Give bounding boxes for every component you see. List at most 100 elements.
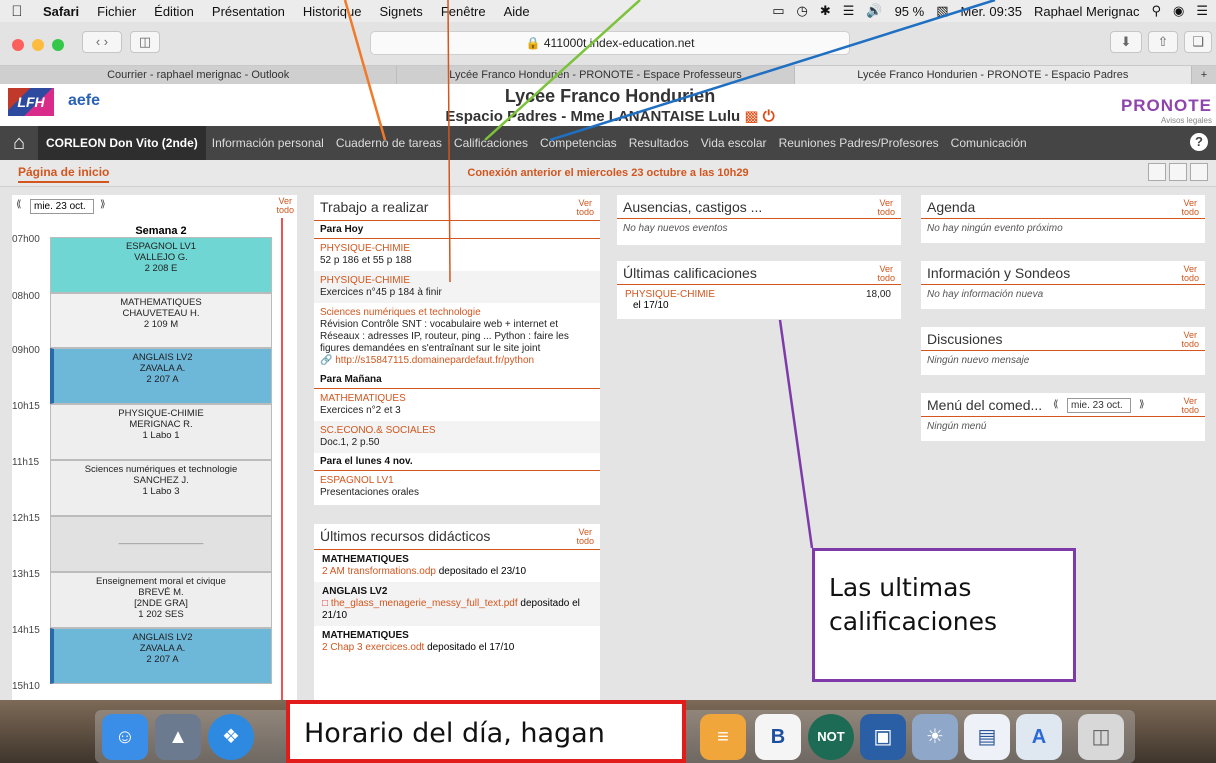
legal-notices-link[interactable]: Avisos legales <box>1161 116 1212 125</box>
homework-item[interactable]: ESPAGNOL LV1 Presentaciones orales <box>314 471 600 503</box>
timetable-date-input[interactable]: mie. 23 oct. <box>30 199 94 214</box>
menu-safari[interactable]: Safari <box>34 4 88 19</box>
course-block[interactable]: Sciences numériques et technologie SANCHE… <box>50 460 272 516</box>
print-icon[interactable] <box>1169 163 1187 181</box>
user-name[interactable]: Raphael Merignac <box>1034 4 1140 19</box>
nav-competencias[interactable]: Competencias <box>534 136 623 150</box>
spotlight-icon[interactable]: ⚲ <box>1151 3 1161 19</box>
homework-link[interactable]: 🔗 http://s15847115.domainepardefaut.fr/p… <box>320 355 594 367</box>
notification-icon[interactable]: ☰ <box>1196 3 1208 19</box>
close-window-button[interactable] <box>12 39 24 51</box>
new-tab-button[interactable]: + <box>1192 66 1216 84</box>
menu-edition[interactable]: Édition <box>145 4 203 19</box>
minimize-window-button[interactable] <box>32 39 44 51</box>
nav-reuniones[interactable]: Reuniones Padres/Profesores <box>773 136 945 150</box>
course-block[interactable]: ANGLAIS LV2 ZAVALA A. 2 207 A <box>50 628 272 684</box>
next-day-icon[interactable]: ⟫ <box>100 199 106 210</box>
course-block[interactable]: PHYSIQUE-CHIMIE MERIGNAC R. 1 Labo 1 <box>50 404 272 460</box>
battery-icon[interactable]: ▧ <box>936 3 948 19</box>
prev-day-icon[interactable]: ⟪ <box>16 199 22 210</box>
volume-icon[interactable]: 🔊 <box>866 3 882 19</box>
tabs-overview-icon[interactable]: ❏ <box>1184 31 1212 53</box>
menu-aide[interactable]: Aide <box>495 4 539 19</box>
course-block[interactable]: ANGLAIS LV2 ZAVALA A. 2 207 A <box>50 348 272 404</box>
homework-item[interactable]: PHYSIQUE-CHIMIE Exercices n°45 p 184 à fi… <box>314 271 600 303</box>
tab-pronote-padres[interactable]: Lycée Franco Hondurien - PRONOTE - Espac… <box>794 66 1192 84</box>
nav-informacion-personal[interactable]: Información personal <box>206 136 330 150</box>
virtualbox-icon[interactable]: ▣ <box>860 714 906 760</box>
timetable-ver-todo[interactable]: Ver todo <box>276 197 294 215</box>
home-icon[interactable]: ⌂ <box>0 132 38 155</box>
address-bar[interactable]: 🔒 411000t.index-education.net <box>370 31 850 55</box>
email-icon[interactable] <box>1190 163 1208 181</box>
nav-vida-escolar[interactable]: Vida escolar <box>695 136 773 150</box>
info-ver-todo[interactable]: Ver todo <box>1181 265 1199 283</box>
nav-comunicacion[interactable]: Comunicación <box>945 136 1033 150</box>
timemachine-icon[interactable]: ◷ <box>796 3 807 19</box>
absences-ver-todo[interactable]: Ver todo <box>877 199 895 217</box>
menu-ver-todo[interactable]: Ver todo <box>1181 397 1199 415</box>
resources-title: Últimos recursos didácticos <box>320 528 491 544</box>
apple-icon[interactable]:  <box>0 3 34 20</box>
menu-signets[interactable]: Signets <box>370 4 431 19</box>
nav-cuaderno-de-tareas[interactable]: Cuaderno de tareas <box>330 136 448 150</box>
safari-icon[interactable]: ❖ <box>208 714 254 760</box>
resource-link[interactable]: 2 AM transformations.odp <box>322 566 436 577</box>
back-forward-buttons[interactable]: ‹ › <box>82 31 122 53</box>
sidebar-toggle-icon[interactable]: ◫ <box>130 31 160 53</box>
homework-item[interactable]: Sciences numériques et technologie Révisi… <box>314 303 600 371</box>
pronote-app-icon[interactable]: NOT <box>808 714 854 760</box>
battery-label[interactable]: 95 % <box>895 4 925 19</box>
menu-date-input[interactable]: mie. 23 oct. <box>1067 398 1131 413</box>
resources-ver-todo[interactable]: Ver todo <box>576 528 594 546</box>
course-block[interactable]: Enseignement moral et civique BREVÉ M. [2N… <box>50 572 272 628</box>
save-icon[interactable] <box>1148 163 1166 181</box>
share-icon[interactable]: ⇧ <box>1148 31 1178 53</box>
logout-icon[interactable]: ⏻ <box>763 108 775 125</box>
bluetooth-icon[interactable]: ✱ <box>820 3 831 19</box>
homework-ver-todo[interactable]: Ver todo <box>576 199 594 217</box>
nav-resultados[interactable]: Resultados <box>623 136 695 150</box>
finder-icon[interactable]: ☺ <box>102 714 148 760</box>
student-selector[interactable]: CORLEON Don Vito (2nde) <box>38 126 206 160</box>
discussions-ver-todo[interactable]: Ver todo <box>1181 331 1199 349</box>
grades-ver-todo[interactable]: Ver todo <box>877 265 895 283</box>
homework-item[interactable]: PHYSIQUE-CHIMIE 52 p 186 et 55 p 188 <box>314 239 600 271</box>
menu-presentation[interactable]: Présentation <box>203 4 294 19</box>
trash-icon[interactable]: ◫ <box>1078 714 1124 760</box>
download-icon[interactable]: ⬇ <box>1110 31 1142 53</box>
menu-next-day-icon[interactable]: ⟫ <box>1139 399 1145 410</box>
zoom-window-button[interactable] <box>52 39 64 51</box>
launchpad-icon[interactable]: ▲ <box>155 714 201 760</box>
tab-outlook[interactable]: Courrier - raphael merignac - Outlook <box>0 66 398 84</box>
qr-code-icon[interactable]: ▩ <box>744 108 758 125</box>
grade-item[interactable]: PHYSIQUE-CHIMIE el 17/10 18,00 <box>617 285 901 315</box>
course-block[interactable]: ESPAGNOL LV1 VALLEJO G. 2 208 E <box>50 237 272 293</box>
tab-pagina-de-inicio[interactable]: Página de inicio <box>18 165 110 183</box>
resource-link[interactable]: the_glass_menagerie_messy_full_text.pdf <box>331 598 518 609</box>
course-block[interactable]: MATHEMATIQUES CHAUVETEAU H. 2 109 M <box>50 293 272 348</box>
preview-icon[interactable]: ☀ <box>912 714 958 760</box>
nav-calificaciones[interactable]: Calificaciones <box>448 136 534 150</box>
menu-fenetre[interactable]: Fenêtre <box>432 4 495 19</box>
menu-historique[interactable]: Historique <box>294 4 371 19</box>
clock[interactable]: Mer. 09:35 <box>961 4 1022 19</box>
agenda-ver-todo[interactable]: Ver todo <box>1181 199 1199 217</box>
homework-item[interactable]: MATHEMATIQUES Exercices n°2 et 3 <box>314 389 600 421</box>
b-app-icon[interactable]: B <box>755 714 801 760</box>
menu-prev-day-icon[interactable]: ⟪ <box>1053 399 1059 410</box>
resources-header: Últimos recursos didácticos Ver todo <box>314 524 600 550</box>
space-title: Espacio Padres - Mme LANANTAISE Lulu ▩ ⏻ <box>420 107 800 125</box>
airplay-icon[interactable]: ▭ <box>772 3 784 19</box>
wifi-icon[interactable]: ☰ <box>843 3 855 19</box>
siri-icon[interactable]: ◉ <box>1173 3 1184 19</box>
word-document-icon[interactable]: ▤ <box>964 714 1010 760</box>
help-icon[interactable]: ? <box>1190 133 1208 151</box>
calculator-icon[interactable]: ≡ <box>700 714 746 760</box>
menu-fichier[interactable]: Fichier <box>88 4 145 19</box>
homework-item[interactable]: SC.ECONO.& SOCIALES Doc.1, 2 p.50 <box>314 421 600 453</box>
app-store-icon[interactable]: A <box>1016 714 1062 760</box>
tab-pronote-profesores[interactable]: Lycée Franco Hondurien - PRONOTE - Espac… <box>397 66 795 84</box>
resource-link[interactable]: 2 Chap 3 exercices.odt <box>322 642 424 653</box>
school-logo[interactable]: LFH <box>8 88 54 116</box>
